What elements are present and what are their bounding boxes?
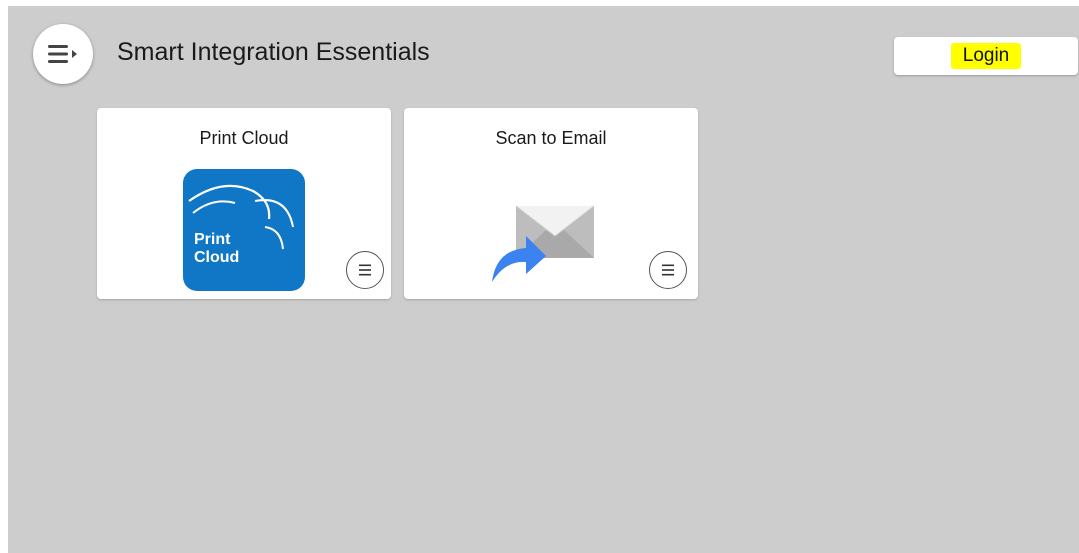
login-button[interactable]: Login	[894, 37, 1078, 75]
app-tile-scan-to-email[interactable]: Scan to Email	[404, 108, 698, 299]
login-label: Login	[950, 43, 1022, 69]
app-tile-print-cloud[interactable]: Print Cloud Print Cloud	[97, 108, 391, 299]
envelope-arrow-icon	[492, 205, 595, 282]
tile-title: Scan to Email	[495, 128, 607, 148]
print-cloud-logo-icon: Print Cloud	[183, 169, 305, 291]
logo-text-line: Cloud	[194, 249, 240, 266]
tile-menu-button[interactable]	[346, 251, 384, 289]
page-title: Smart Integration Essentials	[117, 38, 430, 66]
list-menu-icon	[662, 264, 674, 276]
hamburger-menu-icon	[48, 45, 77, 63]
logo-text-line: Print	[194, 231, 231, 248]
list-menu-icon	[359, 264, 371, 276]
home-screen: Smart Integration Essentials Login Print…	[8, 6, 1079, 553]
tile-menu-button[interactable]	[649, 251, 687, 289]
main-menu-button[interactable]	[33, 24, 93, 84]
tile-title: Print Cloud	[199, 128, 289, 148]
